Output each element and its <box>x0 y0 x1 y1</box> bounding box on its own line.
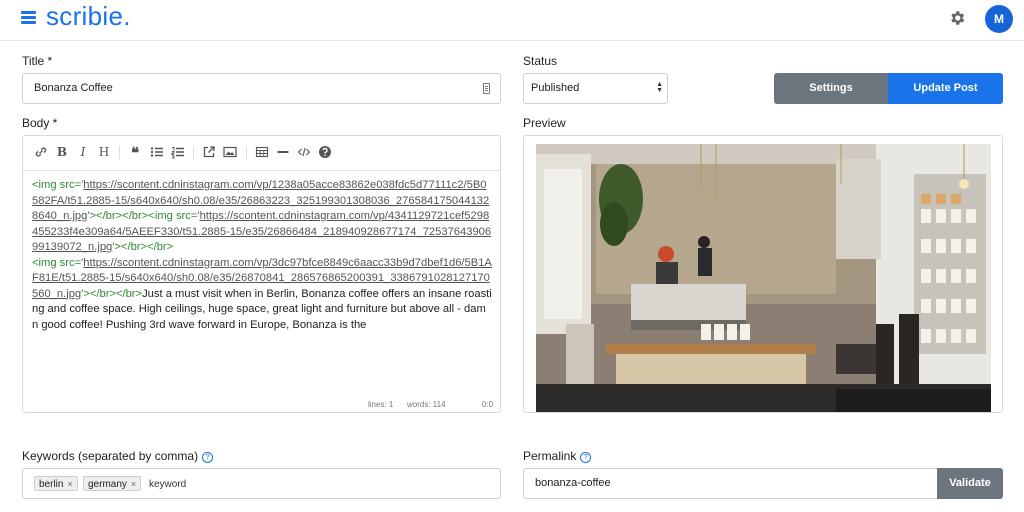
user-avatar[interactable]: M <box>985 5 1013 33</box>
code-icon[interactable] <box>297 145 311 159</box>
editor-cursor-position: 0:0 <box>482 400 494 409</box>
select-caret-icon: ▲ ▼ <box>656 81 663 94</box>
editor-lines-count: lines: 1 <box>368 400 394 409</box>
keyword-chip-label: germany <box>88 479 127 490</box>
keywords-label: Keywords (separated by comma)? <box>22 449 214 463</box>
toolbar-divider <box>246 146 247 159</box>
permalink-label: Permalink? <box>523 449 592 463</box>
status-label: Status <box>523 54 558 68</box>
preview-image <box>536 144 991 412</box>
keywords-input-box[interactable]: berlin × germany × <box>22 468 501 499</box>
editor-words-count: words: 114 <box>407 400 446 409</box>
keyword-input[interactable] <box>149 476 349 492</box>
title-value: Bonanza Coffee <box>34 82 113 94</box>
code-tag: <img src=' <box>32 256 84 269</box>
permalink-value: bonanza-coffee <box>535 477 611 489</box>
keyword-chip: berlin × <box>34 476 78 491</box>
code-tag: '></br></br> <box>87 210 149 222</box>
title-input[interactable]: Bonanza Coffee <box>22 73 501 104</box>
help-icon[interactable]: ? <box>580 452 592 463</box>
toolbar-divider <box>119 146 120 159</box>
code-tag: <img src=' <box>148 210 200 222</box>
status-value: Published <box>531 82 580 94</box>
update-post-button[interactable]: Update Post <box>888 73 1003 104</box>
numbered-list-icon[interactable] <box>171 145 185 159</box>
horizontal-rule-icon[interactable] <box>276 145 290 159</box>
preview-pane <box>523 135 1003 413</box>
editor-toolbar: B I H ❝ <box>23 136 500 171</box>
status-select[interactable]: Published ▲ ▼ <box>523 73 668 104</box>
keyword-chip-label: berlin <box>39 479 64 490</box>
title-label: Title * <box>22 54 53 68</box>
toolbar-divider <box>193 146 194 159</box>
permalink-input[interactable]: bonanza-coffee <box>523 468 938 499</box>
markdown-editor[interactable]: B I H ❝ <img src='https://scontent.cdnin… <box>22 135 501 413</box>
editor-content[interactable]: <img src='https://scontent.cdninstagram.… <box>32 178 492 333</box>
help-icon[interactable] <box>318 145 332 159</box>
brand-logo[interactable]: scribie. <box>46 1 131 32</box>
link-icon[interactable] <box>34 145 48 159</box>
keyword-chip: germany × <box>83 476 142 491</box>
settings-button[interactable]: Settings <box>774 73 888 104</box>
body-label: Body * <box>22 116 58 130</box>
menu-icon[interactable] <box>21 10 36 25</box>
help-icon[interactable]: ? <box>202 452 214 463</box>
table-icon[interactable] <box>255 145 269 159</box>
field-options-icon[interactable] <box>483 83 490 94</box>
validate-button[interactable]: Validate <box>937 468 1003 499</box>
code-tag: '></br></br> <box>81 287 143 300</box>
code-tag: '></br></br> <box>112 241 174 253</box>
italic-icon[interactable]: I <box>76 145 90 159</box>
top-bar: scribie. M <box>0 0 1024 41</box>
keywords-label-text: Keywords (separated by comma) <box>22 449 199 463</box>
remove-keyword-icon[interactable]: × <box>67 479 72 489</box>
code-tag: <img src=' <box>32 179 84 191</box>
bullet-list-icon[interactable] <box>150 145 164 159</box>
quote-icon[interactable]: ❝ <box>128 145 142 162</box>
preview-label: Preview <box>523 116 566 130</box>
heading-icon[interactable]: H <box>97 145 111 159</box>
bold-icon[interactable]: B <box>55 145 69 159</box>
remove-keyword-icon[interactable]: × <box>131 479 136 489</box>
gear-icon[interactable] <box>948 9 966 27</box>
image-icon[interactable] <box>223 145 237 159</box>
permalink-label-text: Permalink <box>523 449 577 463</box>
external-link-icon[interactable] <box>202 145 216 159</box>
